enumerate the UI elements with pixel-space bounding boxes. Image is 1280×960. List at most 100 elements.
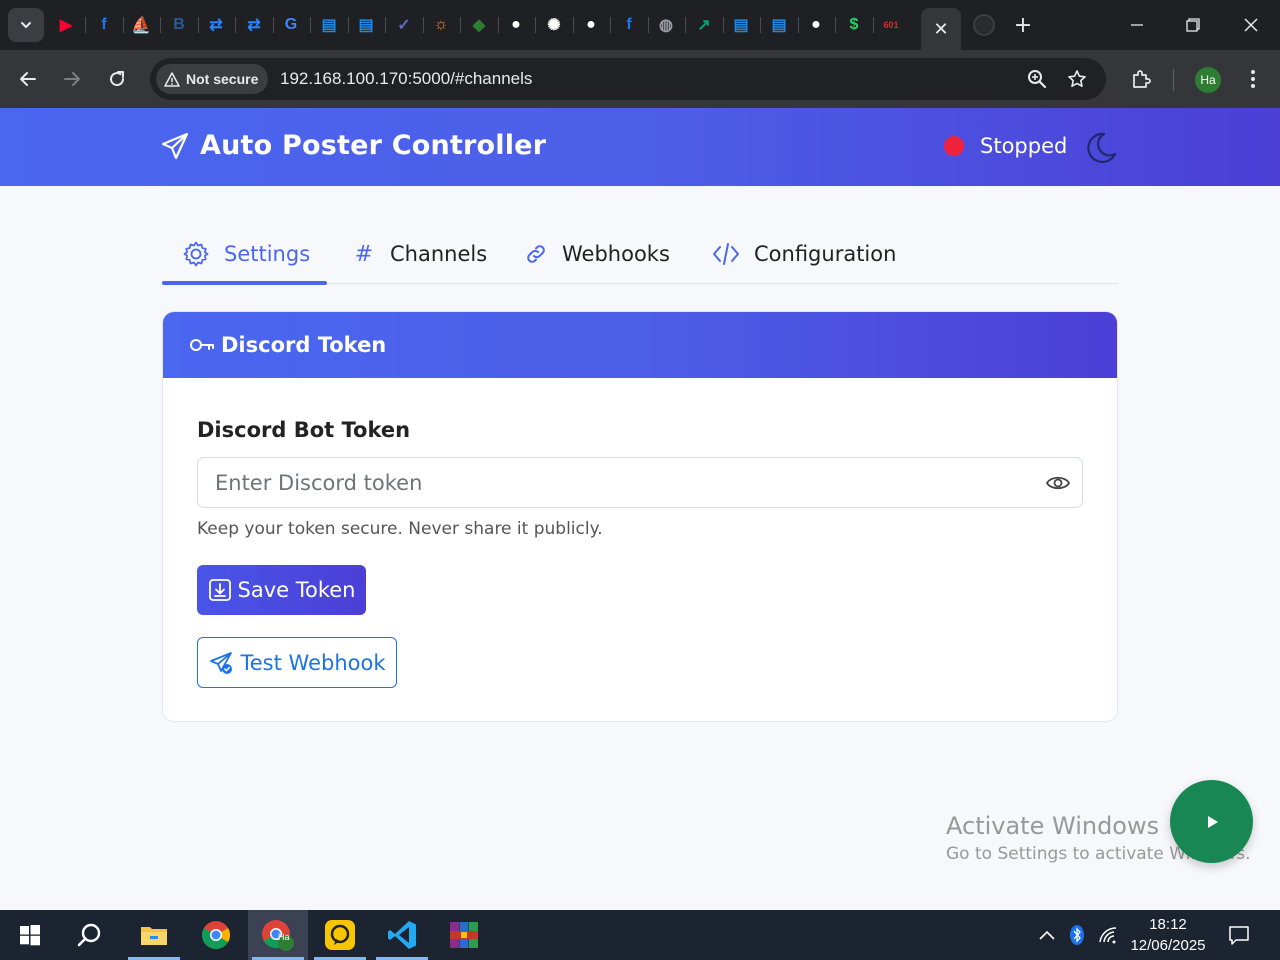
address-bar[interactable]: Not secure 192.168.100.170:5000/#channel… — [150, 58, 1106, 100]
active-tab[interactable]: ✕ — [921, 8, 961, 50]
chrome-profile-button[interactable]: Ha — [248, 910, 308, 960]
jira-favicon[interactable]: ⇄ — [205, 14, 227, 36]
app-launcher-button[interactable] — [310, 910, 370, 960]
github-favicon-2[interactable]: ● — [580, 14, 602, 36]
whatsapp-favicon[interactable]: $ — [843, 14, 865, 36]
notification-favicon[interactable]: 601 — [880, 14, 902, 36]
start-button[interactable] — [0, 910, 60, 960]
facebook-favicon[interactable]: f — [93, 14, 115, 36]
notification-favicon-glyph: 601 — [883, 20, 899, 30]
restore-button[interactable] — [1180, 12, 1206, 38]
tab-webhooks-label: Webhooks — [562, 242, 670, 266]
download-icon — [208, 579, 231, 601]
tray-overflow-button[interactable] — [1036, 924, 1058, 946]
vscode-favicon[interactable]: ✓ — [393, 14, 415, 36]
whatsapp-favicon-glyph: $ — [849, 16, 859, 33]
vscode-button[interactable] — [372, 910, 432, 960]
globe-favicon[interactable]: ◍ — [655, 14, 677, 36]
reload-icon — [110, 71, 125, 87]
archive-icon — [450, 922, 478, 948]
notification-icon — [1229, 926, 1249, 945]
tab-separator — [160, 17, 161, 33]
browser-menu-button[interactable] — [1240, 66, 1266, 92]
taskbar-clock[interactable]: 18:12 12/06/2025 — [1124, 914, 1212, 956]
chart-favicon[interactable]: ↗ — [693, 14, 715, 36]
save-token-button[interactable]: Save Token — [197, 565, 366, 615]
arrow-right-icon — [64, 72, 80, 86]
reader-favicon-3[interactable]: ▤ — [730, 14, 752, 36]
minimize-button[interactable] — [1124, 12, 1150, 38]
main-tabs: Settings # Channels Webhooks Configurati… — [162, 224, 1118, 285]
tab-search-button[interactable] — [8, 8, 44, 42]
url-text[interactable]: 192.168.100.170:5000/#channels — [280, 69, 532, 89]
reader-favicon-4-glyph: ▤ — [771, 17, 787, 34]
tab-separator — [610, 17, 611, 33]
tab-channels-label: Channels — [390, 242, 488, 266]
profile-avatar[interactable]: Ha — [1195, 67, 1221, 93]
jira-favicon-2[interactable]: ⇄ — [243, 14, 265, 36]
tab-settings-label: Settings — [224, 242, 311, 266]
file-explorer-button[interactable] — [124, 910, 184, 960]
theme-toggle-button[interactable] — [1082, 130, 1118, 166]
tab-channels[interactable]: # Channels — [352, 224, 487, 284]
translate-favicon-glyph: G — [284, 16, 298, 33]
reader-favicon-2[interactable]: ▤ — [355, 14, 377, 36]
document-favicon[interactable]: B — [168, 14, 190, 36]
reload-button[interactable] — [104, 66, 130, 92]
tab-separator — [648, 17, 649, 33]
reader-favicon-4[interactable]: ▤ — [768, 14, 790, 36]
openai-favicon-glyph: ✺ — [547, 17, 561, 34]
zoom-button[interactable] — [1026, 68, 1048, 90]
translate-favicon[interactable]: G — [280, 14, 302, 36]
github-favicon-2-glyph: ● — [586, 16, 596, 33]
security-chip[interactable]: Not secure — [156, 64, 269, 94]
clock-time: 18:12 — [1149, 916, 1187, 933]
clock-date: 12/06/2025 — [1130, 937, 1206, 954]
folder-icon — [141, 927, 167, 945]
notification-center-button[interactable] — [1228, 924, 1250, 946]
openai-favicon[interactable]: ✺ — [543, 14, 565, 36]
tab-separator — [573, 17, 574, 33]
token-input[interactable] — [197, 457, 1083, 508]
reader-favicon-3-glyph: ▤ — [733, 17, 749, 34]
status-text: Stopped — [980, 134, 1068, 158]
forward-button[interactable] — [59, 66, 85, 92]
chevron-down-icon — [21, 22, 31, 29]
extensions-button[interactable] — [1128, 66, 1154, 92]
security-label: Not secure — [186, 71, 259, 87]
github-favicon-3[interactable]: ● — [805, 14, 827, 36]
youtube-favicon[interactable]: ▶ — [55, 14, 77, 36]
app-header: Auto Poster Controller Stopped — [0, 108, 1280, 186]
chrome-button[interactable] — [186, 910, 246, 960]
puzzle-icon — [1133, 70, 1151, 88]
sail-favicon-glyph: ⛵ — [131, 17, 151, 34]
tab-separator — [460, 17, 461, 33]
tab-separator — [198, 17, 199, 33]
card-header: Discord Token — [163, 312, 1117, 378]
network-tray-button[interactable] — [1097, 924, 1119, 946]
bookmark-button[interactable] — [1066, 68, 1088, 90]
tab-configuration[interactable]: Configuration — [712, 224, 896, 284]
reader-favicon[interactable]: ▤ — [318, 14, 340, 36]
tab-separator — [85, 17, 86, 33]
start-bot-button[interactable] — [1170, 780, 1253, 863]
link-icon — [527, 245, 545, 263]
bluetooth-tray-button[interactable] — [1066, 924, 1088, 946]
search-taskbar-button[interactable] — [60, 910, 120, 960]
close-window-button[interactable] — [1238, 12, 1264, 38]
sunrise-favicon[interactable]: ☼ — [430, 14, 452, 36]
test-webhook-button[interactable]: Test Webhook — [197, 637, 397, 688]
new-tab-button[interactable]: + — [1010, 12, 1036, 38]
tab-webhooks[interactable]: Webhooks — [524, 224, 670, 284]
tab-settings[interactable]: Settings — [182, 224, 310, 284]
facebook-favicon-2[interactable]: f — [618, 14, 640, 36]
github-favicon-faded[interactable] — [973, 14, 995, 36]
tab-close-icon[interactable]: ✕ — [933, 19, 948, 40]
github-favicon[interactable]: ● — [505, 14, 527, 36]
back-button[interactable] — [15, 66, 41, 92]
toggle-visibility-button[interactable] — [1045, 472, 1071, 494]
winrar-button[interactable] — [434, 910, 494, 960]
sail-favicon[interactable]: ⛵ — [130, 14, 152, 36]
shield-favicon[interactable]: ◆ — [468, 14, 490, 36]
play-icon — [1207, 815, 1218, 828]
